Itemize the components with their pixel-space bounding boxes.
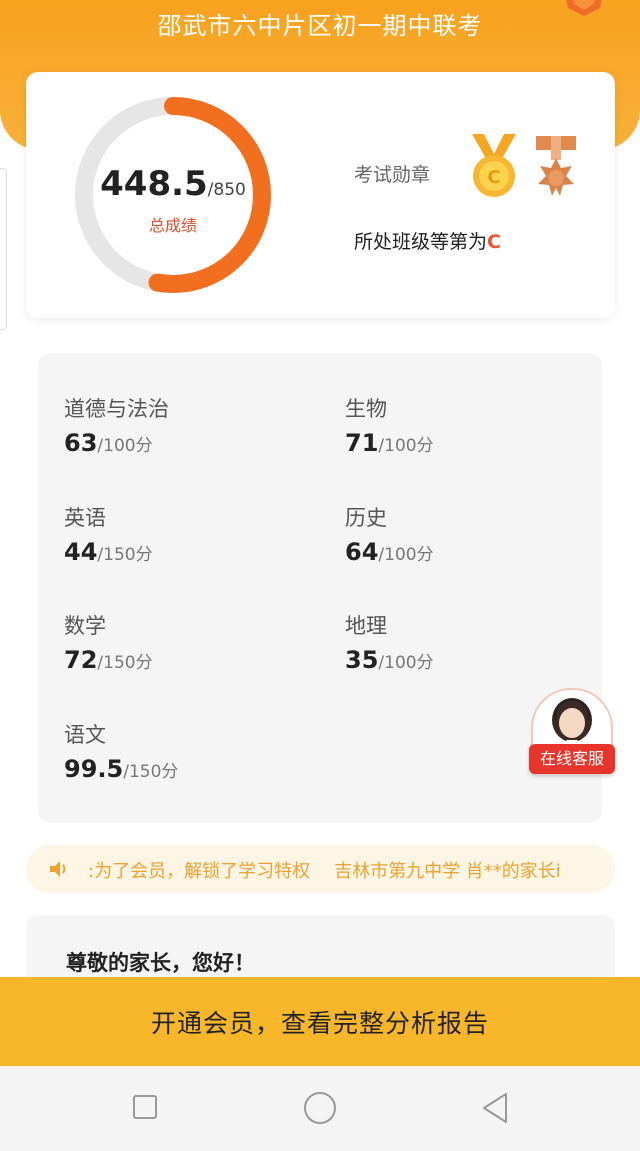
subject-max: /150分 bbox=[97, 545, 153, 565]
subject-item: 英语 44/150分 bbox=[64, 502, 153, 566]
greeting-text: 尊敬的家长，您好！ bbox=[66, 951, 255, 975]
total-score-display: 448.5/850 bbox=[74, 164, 272, 204]
page-title: 邵武市六中片区初一期中联考 bbox=[157, 12, 483, 40]
subject-max: /150分 bbox=[97, 653, 153, 673]
gold-medal-icon: C bbox=[472, 134, 516, 197]
subject-score: 63 bbox=[64, 429, 98, 457]
subject-name: 数学 bbox=[64, 614, 106, 638]
open-membership-button[interactable]: 开通会员，查看完整分析报告 bbox=[0, 977, 640, 1066]
ticker-message: 吉林市第九中学 肖**的家长i bbox=[334, 861, 561, 882]
class-rank-grade: C bbox=[487, 231, 501, 253]
subject-name: 语文 bbox=[64, 723, 106, 747]
subject-max: /100分 bbox=[378, 436, 434, 456]
subject-max: /100分 bbox=[378, 545, 434, 565]
announcement-ticker: :为了会员，解锁了学习特权 吉林市第九中学 肖**的家长i bbox=[26, 845, 615, 893]
subject-score: 71 bbox=[345, 429, 379, 457]
back-icon[interactable] bbox=[480, 1092, 510, 1124]
subject-name: 道德与法治 bbox=[64, 397, 169, 421]
exam-medals-label: 考试勋章 bbox=[354, 164, 431, 186]
subject-score: 72 bbox=[64, 646, 98, 674]
online-service-button[interactable]: 在线客服 bbox=[529, 688, 617, 776]
ticker-message: :为了会员，解锁了学习特权 bbox=[88, 861, 311, 882]
subject-item: 语文 99.5/150分 bbox=[64, 719, 178, 783]
subject-score: 44 bbox=[64, 538, 98, 566]
online-service-label: 在线客服 bbox=[529, 744, 615, 774]
recent-apps-icon[interactable] bbox=[133, 1095, 157, 1119]
subject-score: 35 bbox=[345, 646, 379, 674]
ribbon-badge-icon bbox=[566, 0, 602, 16]
score-card: 448.5/850 总成绩 考试勋章 C 所处班级等第为C bbox=[26, 72, 615, 318]
subject-item: 历史 64/100分 bbox=[345, 502, 434, 566]
class-rank-text: 所处班级等第为C bbox=[354, 227, 501, 254]
subject-max: /150分 bbox=[123, 762, 179, 782]
home-icon[interactable] bbox=[304, 1092, 336, 1124]
subject-item: 道德与法治 63/100分 bbox=[64, 393, 169, 457]
gold-medal-letter: C bbox=[487, 167, 500, 188]
side-edge-tab[interactable] bbox=[0, 168, 7, 330]
speaker-icon bbox=[50, 861, 66, 877]
ticker-text: :为了会员，解锁了学习特权 吉林市第九中学 肖**的家长i bbox=[88, 857, 588, 883]
subject-item: 生物 71/100分 bbox=[345, 393, 434, 457]
total-score-max: /850 bbox=[207, 180, 246, 200]
subject-score: 64 bbox=[345, 538, 379, 566]
subject-item: 地理 35/100分 bbox=[345, 610, 434, 674]
subject-name: 历史 bbox=[345, 506, 387, 530]
subject-name: 地理 bbox=[345, 614, 387, 638]
subject-max: /100分 bbox=[378, 653, 434, 673]
system-nav-bar bbox=[0, 1066, 640, 1151]
subject-max: /100分 bbox=[97, 436, 153, 456]
class-rank-prefix: 所处班级等第为 bbox=[354, 231, 488, 253]
subject-scores-card: 道德与法治 63/100分 生物 71/100分 英语 44/150分 历史 6… bbox=[38, 353, 602, 823]
bronze-medal-icon bbox=[536, 136, 576, 196]
subject-name: 英语 bbox=[64, 506, 106, 530]
subject-item: 数学 72/150分 bbox=[64, 610, 153, 674]
subject-score: 99.5 bbox=[64, 755, 124, 783]
total-score-value: 448.5 bbox=[100, 164, 208, 204]
subject-name: 生物 bbox=[345, 397, 387, 421]
total-score-label: 总成绩 bbox=[148, 216, 197, 235]
open-membership-label: 开通会员，查看完整分析报告 bbox=[150, 1008, 489, 1038]
